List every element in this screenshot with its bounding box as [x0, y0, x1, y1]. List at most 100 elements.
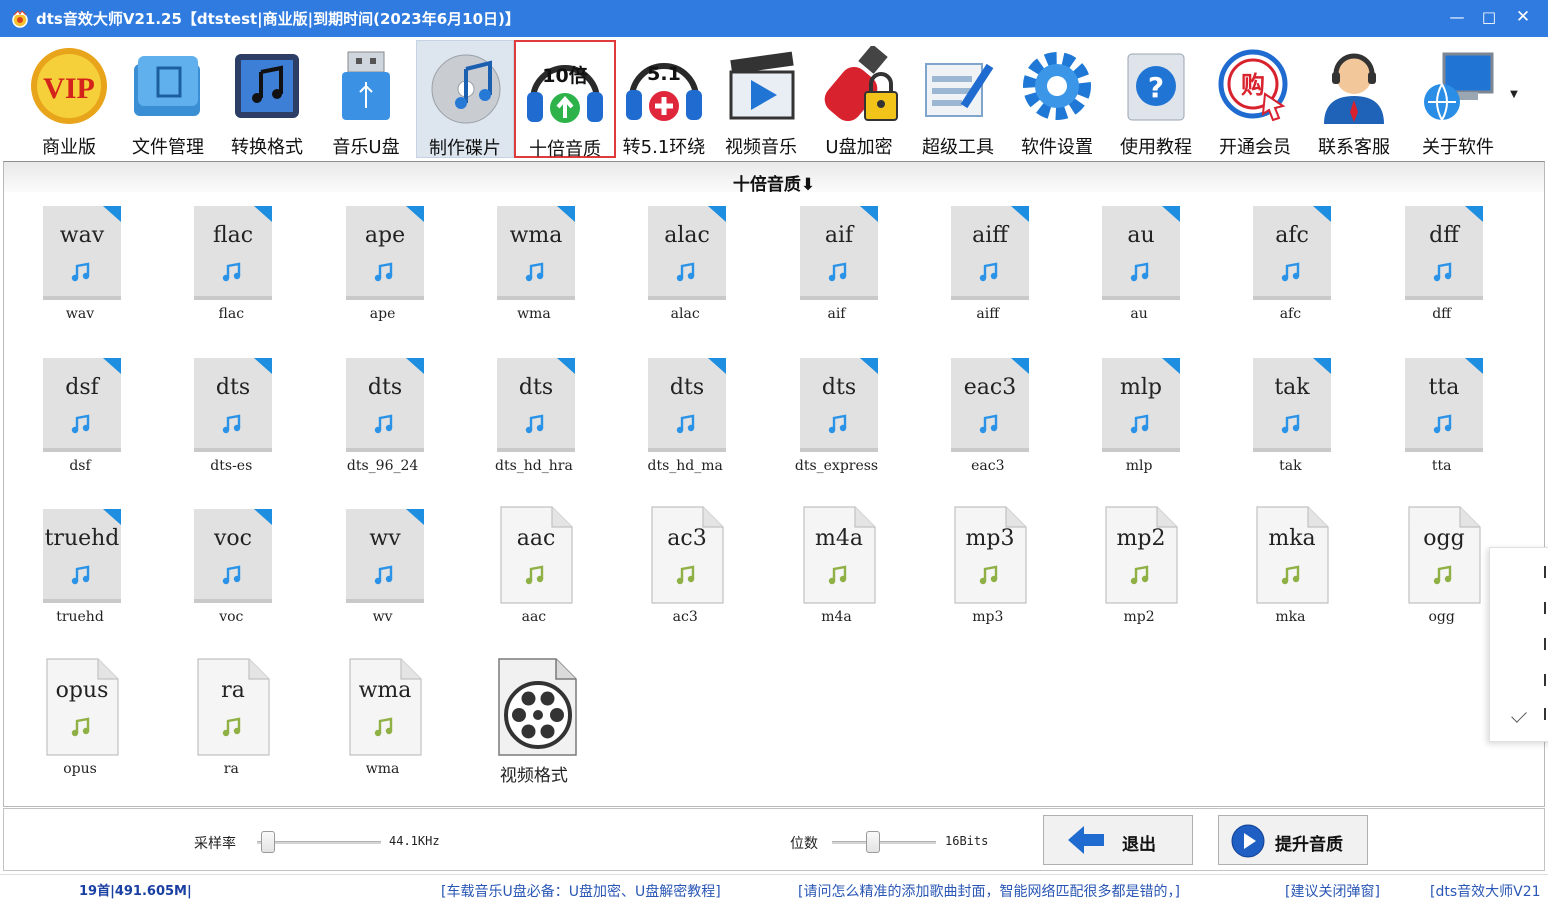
- format-item[interactable]: mlp mlp: [1074, 354, 1204, 494]
- panel-header: 十倍音质⬇: [4, 162, 1544, 195]
- bit-depth-slider[interactable]: [832, 831, 936, 853]
- format-item[interactable]: dff dff: [1377, 202, 1507, 342]
- audio-file-blue-icon: dsf: [43, 357, 121, 452]
- popup-item[interactable]: [1544, 566, 1548, 578]
- toolbar-item-make-disc[interactable]: 制作碟片: [416, 40, 514, 159]
- format-item[interactable]: alac alac: [620, 202, 750, 342]
- format-item[interactable]: dts dts-es: [166, 354, 296, 494]
- format-item[interactable]: aac aac: [469, 505, 599, 645]
- toolbar-item-customer-service[interactable]: 联系客服: [1305, 40, 1403, 158]
- audio-file-blue-icon: flac: [194, 206, 273, 300]
- format-item[interactable]: dts dts_96_24: [318, 354, 448, 494]
- format-item[interactable]: truehd truehd: [15, 505, 145, 645]
- format-item[interactable]: mka mka: [1225, 505, 1355, 645]
- toolbar-overflow-chevron-icon[interactable]: ▼: [1506, 89, 1522, 105]
- close-button[interactable]: ✕: [1506, 4, 1540, 30]
- format-item[interactable]: 视频格式: [469, 657, 599, 797]
- format-item[interactable]: afc afc: [1225, 202, 1355, 342]
- format-item[interactable]: dts dts_hd_hra: [469, 354, 599, 494]
- format-label: 视频格式: [499, 765, 568, 786]
- sample-rate-slider-thumb[interactable]: [261, 831, 275, 853]
- upgrade-quality-button[interactable]: 提升音质: [1218, 815, 1368, 865]
- format-item[interactable]: opus opus: [15, 657, 145, 797]
- format-item[interactable]: aiff aiff: [923, 202, 1053, 342]
- panel-title: 十倍音质⬇: [732, 175, 816, 195]
- format-item[interactable]: mp2 mp2: [1074, 505, 1204, 645]
- sample-rate-slider[interactable]: [257, 831, 381, 853]
- audio-file-blue-icon: dts: [194, 357, 273, 452]
- format-item[interactable]: eac3 eac3: [923, 354, 1053, 494]
- format-label: eac3: [971, 457, 1005, 474]
- format-item[interactable]: wma wma: [318, 657, 448, 797]
- toolbar-item-settings[interactable]: 软件设置: [1008, 40, 1106, 158]
- film-reel-icon: [498, 657, 577, 756]
- format-ext-text: alac: [664, 223, 710, 248]
- toolbar-item-membership[interactable]: 购 开通会员: [1206, 40, 1304, 158]
- toolbar-item-super-tools[interactable]: 超级工具: [909, 40, 1007, 158]
- audio-file-green-icon: wma: [348, 657, 422, 756]
- maximize-button[interactable]: □: [1472, 4, 1506, 30]
- status-link-cover-question[interactable]: [请问怎么精准的添加歌曲封面，智能网络匹配很多都是错的，]: [798, 881, 1180, 901]
- format-item[interactable]: dts dts_express: [772, 354, 902, 494]
- format-ext-text: dts: [216, 375, 250, 400]
- format-panel: 十倍音质⬇ wav wav flac flac ape ape wma wma …: [3, 161, 1545, 807]
- title-bar[interactable]: dts音效大师V21.25【dtstest|商业版|到期时间(2023年6月10…: [0, 0, 1548, 37]
- toolbar-item-music-usb[interactable]: 音乐U盘: [317, 40, 415, 158]
- format-item[interactable]: ape ape: [318, 202, 448, 342]
- format-item[interactable]: ra ra: [166, 657, 296, 797]
- format-label: ape: [369, 306, 396, 322]
- format-ext-text: ogg: [1423, 526, 1464, 551]
- exit-button[interactable]: 退出: [1043, 815, 1193, 865]
- audio-file-blue-icon: dff: [1404, 206, 1483, 300]
- popup-item[interactable]: [1544, 602, 1548, 614]
- format-item[interactable]: dsf dsf: [15, 354, 145, 494]
- status-link-close-popup[interactable]: [建议关闭弹窗]: [1285, 881, 1380, 901]
- format-item[interactable]: flac flac: [166, 202, 296, 342]
- toolbar-item-usb-encrypt[interactable]: U盘加密: [810, 40, 908, 158]
- format-item[interactable]: wv wv: [318, 505, 448, 645]
- shopping-icon: 购: [1218, 49, 1288, 122]
- format-item[interactable]: tta tta: [1377, 354, 1507, 494]
- toolbar-item-video-music[interactable]: 视频音乐: [712, 40, 810, 158]
- format-item[interactable]: au au: [1074, 202, 1204, 342]
- format-item[interactable]: wma wma: [469, 202, 599, 342]
- minimize-button[interactable]: —: [1440, 4, 1474, 30]
- toolbar-item-about[interactable]: 关于软件: [1409, 40, 1507, 158]
- format-item[interactable]: tak tak: [1225, 354, 1355, 494]
- format-item[interactable]: dts dts_hd_ma: [620, 354, 750, 494]
- format-item[interactable]: voc voc: [166, 505, 296, 645]
- format-item[interactable]: wav wav: [15, 202, 145, 342]
- folder-icon: [134, 56, 200, 116]
- toolbar-label: 联系客服: [1318, 137, 1390, 158]
- toolbar-item-vip[interactable]: VIP 商业版: [20, 40, 118, 158]
- popup-item[interactable]: [1544, 674, 1548, 686]
- audio-file-blue-icon: voc: [194, 509, 273, 603]
- toolbar-item-surround[interactable]: 5.1 转5.1环绕: [615, 40, 713, 158]
- format-item[interactable]: ac3 ac3: [620, 505, 750, 645]
- bit-depth-slider-thumb[interactable]: [866, 831, 880, 853]
- format-ext-text: aif: [824, 223, 854, 248]
- popup-item[interactable]: [1544, 708, 1548, 720]
- audio-file-blue-icon: alac: [648, 206, 727, 300]
- badge-text: 10倍: [542, 64, 587, 87]
- toolbar-item-convert[interactable]: 转换格式: [218, 40, 316, 158]
- context-popup[interactable]: [1489, 547, 1548, 742]
- toolbar-item-ten-times-quality[interactable]: 10倍 十倍音质: [514, 40, 616, 160]
- status-link-usb-tutorial[interactable]: [车载音乐U盘必备：U盘加密、U盘解密教程]: [441, 881, 721, 901]
- status-link-app-version[interactable]: [dts音效大师V21: [1430, 881, 1541, 901]
- popup-item[interactable]: [1544, 638, 1548, 650]
- toolbar-item-tutorial[interactable]: ? 使用教程: [1107, 40, 1205, 158]
- gear-icon: [1023, 52, 1091, 120]
- format-item[interactable]: ogg ogg: [1377, 505, 1507, 645]
- format-item[interactable]: mp3 mp3: [923, 505, 1053, 645]
- format-item[interactable]: aif aif: [772, 202, 902, 342]
- format-label: flac: [218, 306, 245, 322]
- format-ext-text: wav: [60, 223, 105, 248]
- format-item[interactable]: m4a m4a: [772, 505, 902, 645]
- audio-file-green-icon: opus: [46, 657, 119, 756]
- toolbar-item-file-manager[interactable]: 文件管理: [119, 40, 217, 158]
- upgrade-label: 提升音质: [1275, 835, 1343, 855]
- toolbar-label: 音乐U盘: [332, 137, 400, 158]
- audio-file-blue-icon: tta: [1404, 357, 1483, 452]
- audio-file-blue-icon: dts: [345, 357, 424, 452]
